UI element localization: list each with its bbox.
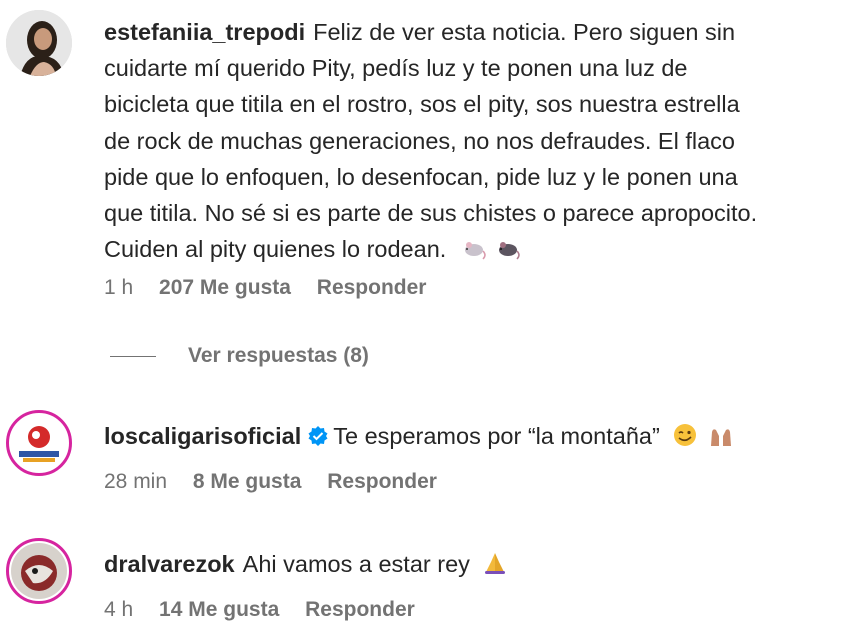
avatar[interactable] xyxy=(6,538,72,604)
view-replies-label: Ver respuestas (8) xyxy=(188,344,369,367)
comment-text: loscaligarisoficial Te esperamos por “la… xyxy=(104,418,844,454)
profile-photo-icon xyxy=(11,543,67,599)
username[interactable]: estefaniia_trepodi xyxy=(104,19,305,45)
username[interactable]: loscaligarisoficial xyxy=(104,423,301,449)
folded-hands-emoji-icon xyxy=(484,553,505,574)
timestamp[interactable]: 1 h xyxy=(104,276,133,300)
comment-text: dralvarezok Ahi vamos a estar rey xyxy=(104,546,844,582)
timestamp[interactable]: 28 min xyxy=(104,470,167,494)
comment-meta: 28 min 8 Me gusta Responder xyxy=(104,470,437,494)
reply-button[interactable]: Responder xyxy=(305,598,415,622)
text-line: Cuiden al pity quienes lo rodean. xyxy=(104,236,447,263)
timestamp[interactable]: 4 h xyxy=(104,598,133,622)
likes-count[interactable]: 14 Me gusta xyxy=(159,598,279,622)
comment-meta: 1 h 207 Me gusta Responder xyxy=(104,276,426,300)
text-line: cuidarte mí querido Pity, pedís luz y te… xyxy=(104,55,688,82)
brand-logo-icon xyxy=(11,415,67,471)
text-line: Feliz de ver esta noticia. Pero siguen s… xyxy=(313,19,736,45)
view-replies-button[interactable]: Ver respuestas (8) xyxy=(110,344,369,368)
rat-emoji-icon xyxy=(464,242,486,260)
likes-count[interactable]: 8 Me gusta xyxy=(193,470,302,494)
text-line: que titila. No sé si es parte de sus chi… xyxy=(104,200,758,227)
reply-button[interactable]: Responder xyxy=(327,470,437,494)
comment-body: Ahi vamos a estar rey xyxy=(242,551,470,577)
divider-line xyxy=(110,355,156,357)
avatar[interactable] xyxy=(6,10,72,76)
verified-badge-icon xyxy=(308,426,328,446)
avatar[interactable] xyxy=(6,410,72,476)
rat-emoji-icon xyxy=(498,242,520,260)
comment-meta: 4 h 14 Me gusta Responder xyxy=(104,598,415,622)
winking-face-emoji-icon xyxy=(673,424,696,446)
text-line: de rock de muchas generaciones, no nos d… xyxy=(104,127,735,154)
profile-photo-icon xyxy=(6,10,72,76)
raising-hands-emoji-icon xyxy=(710,429,731,446)
username[interactable]: dralvarezok xyxy=(104,551,235,577)
text-line: pide que lo enfoquen, lo desenfocan, pid… xyxy=(104,163,738,190)
comment-body: Te esperamos por “la montaña” xyxy=(333,423,660,449)
comment-text: estefaniia_trepodi Feliz de ver esta noti… xyxy=(104,14,844,267)
text-line: bicicleta que titila en el rostro, sos e… xyxy=(104,91,740,118)
reply-button[interactable]: Responder xyxy=(317,276,427,300)
likes-count[interactable]: 207 Me gusta xyxy=(159,276,291,300)
